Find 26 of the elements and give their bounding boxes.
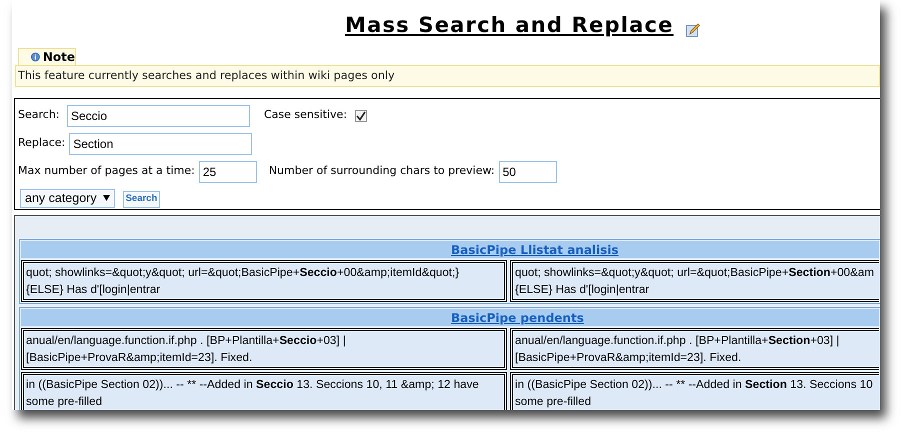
match-text: anual/en/language.function.if.php . [BP+Plantilla+Seccio+03] | [BasicPipe+ProvaR&amp;itemId=23]. Fixed. (26, 333, 347, 366)
match-text: in ((BasicPipe Section 02))... -- ** --Added in Section 13. Seccions 10 some pre-filled (515, 377, 874, 410)
note-label: Note (42, 49, 75, 66)
match-text: quot; showlinks=&quot;y&quot; url=&quot;BasicPipe+Seccio+00&amp;itemId&quot;} {ELSE} Has d'[login|entrar (26, 265, 460, 298)
surrounding-chars-label: Number of surrounding chars to preview: (268, 163, 495, 180)
category-dropdown[interactable]: any category (20, 188, 115, 208)
text-field[interactable]: Seccio (67, 104, 250, 126)
text-field[interactable]: Section (69, 132, 252, 154)
case-sensitive-label: Case sensitive: (264, 107, 348, 124)
info-icon (31, 51, 40, 63)
replace-label: Replace: (18, 135, 66, 152)
case-sensitive-checkbox[interactable] (355, 110, 368, 122)
search-button[interactable]: Search (122, 190, 160, 208)
match-text: in ((BasicPipe Section 02))... -- ** --Added in Seccio 13. Seccions 10, 11 &amp; 12 have some pre-filled (26, 377, 480, 410)
page-link[interactable]: BasicPipe pendents (451, 308, 584, 326)
pencil-icon[interactable] (686, 23, 700, 37)
search-label: Search: (18, 107, 60, 124)
max-pages-label: Max number of pages at a time: (18, 163, 195, 180)
caret-icon (102, 195, 110, 201)
page-title: Mass Search and Replace (345, 12, 674, 40)
match-text: anual/en/language.function.if.php . [BP+Plantilla+Section+03] | [BasicPipe+ProvaR&amp;itemId=23]. Fixed. (515, 333, 840, 366)
note-panel: This feature currently searches and replaces within wiki pages only (15, 65, 880, 87)
page-link[interactable]: BasicPipe Llistat analisis (451, 240, 619, 258)
text-field[interactable]: 25 (198, 160, 257, 182)
match-text: quot; showlinks=&quot;y&quot; url=&quot;BasicPipe+Section+00&am {ELSE} Has d'[login|entrar (515, 265, 875, 298)
text-field[interactable]: 50 (498, 160, 557, 182)
